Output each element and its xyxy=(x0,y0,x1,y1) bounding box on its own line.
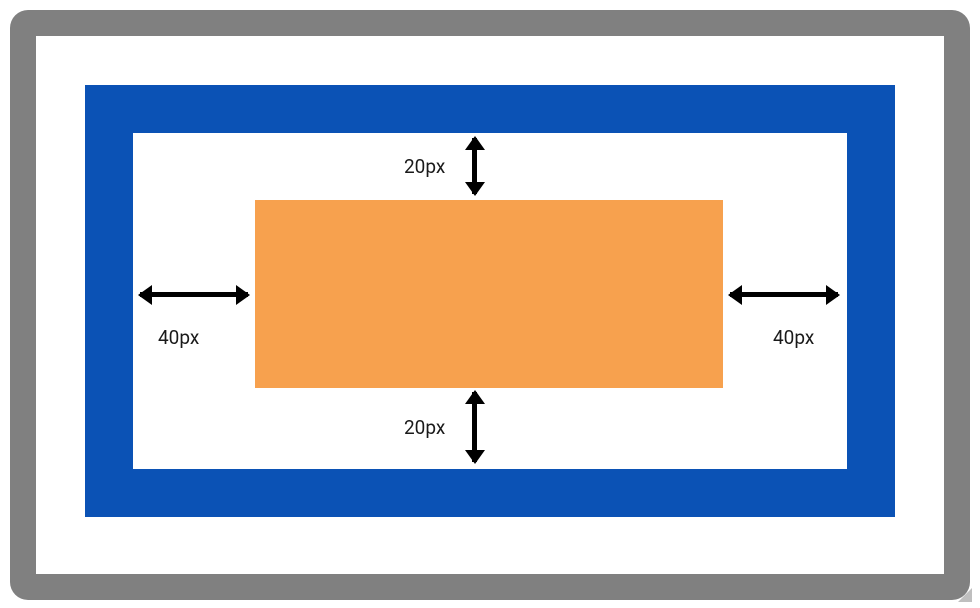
label-top: 20px xyxy=(404,155,445,178)
label-bottom: 20px xyxy=(404,416,445,439)
arrow-right xyxy=(730,292,838,297)
orange-inner-rect xyxy=(255,200,723,388)
label-left: 40px xyxy=(158,326,199,349)
arrow-top xyxy=(472,138,477,194)
resize-corner-icon xyxy=(958,588,972,602)
label-right: 40px xyxy=(773,326,814,349)
arrow-left xyxy=(140,292,248,297)
arrow-bottom xyxy=(472,392,477,462)
